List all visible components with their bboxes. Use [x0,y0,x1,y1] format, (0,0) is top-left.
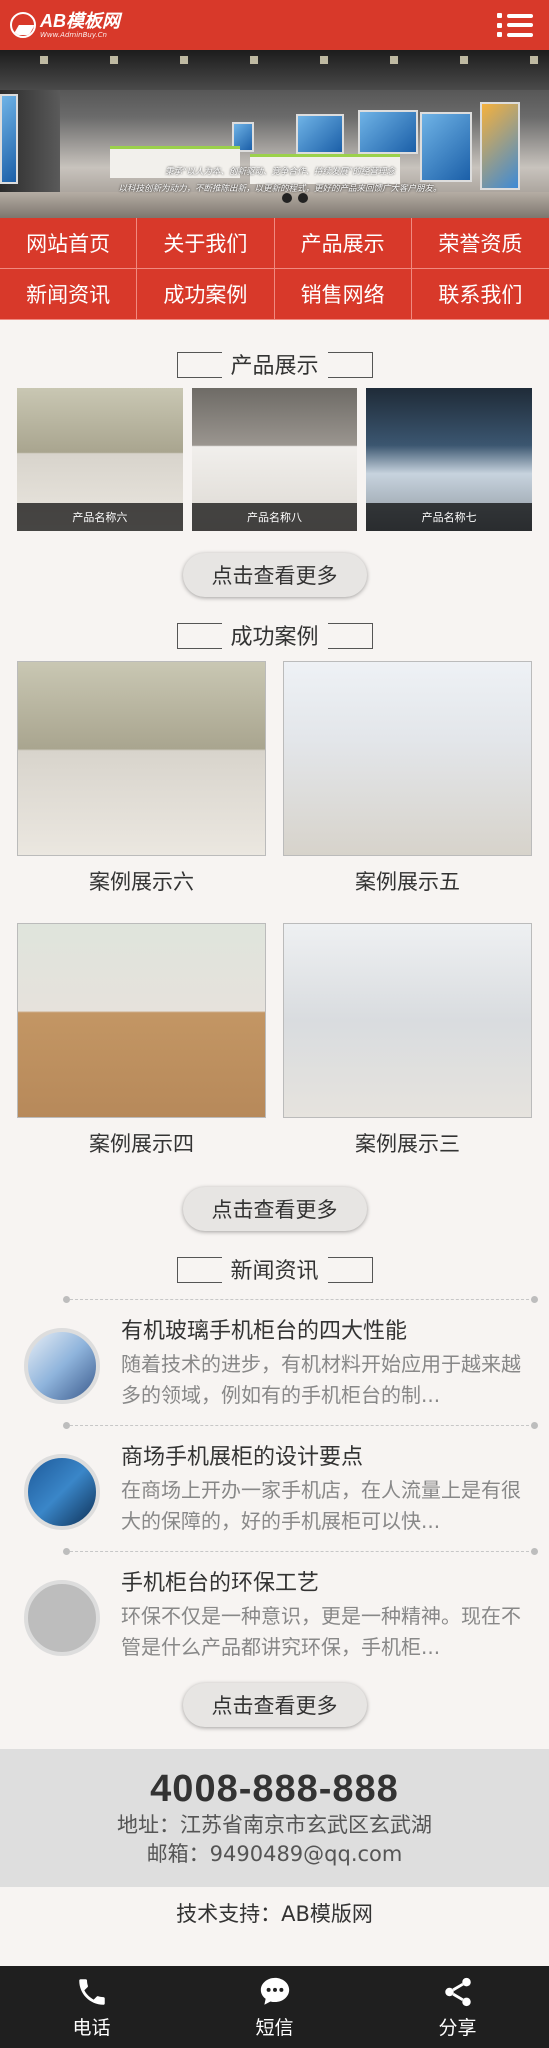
product-name: 产品名称六 [17,503,183,531]
menu-icon[interactable] [495,10,535,40]
nav-item-news[interactable]: 新闻资讯 [0,269,138,320]
product-card[interactable]: 产品名称七 [366,388,533,531]
logo-subtitle: Www.AdminBuy.Cn [40,30,107,39]
case-image [17,661,266,856]
news-section-title: 新闻资讯 [0,1253,549,1285]
banner-dot[interactable] [282,193,292,203]
news-desc: 在商场上开办一家手机店，在人流量上是有很大的保障的，好的手机展柜可以快... [121,1477,521,1533]
case-image [283,661,532,856]
cases-section-title: 成功案例 [0,619,549,651]
banner-pagination[interactable] [282,193,308,203]
banner-dot[interactable] [298,193,308,203]
news-more-button[interactable]: 点击查看更多 [182,1683,367,1727]
share-icon [444,1977,471,2006]
nav-item-about[interactable]: 关于我们 [137,218,275,269]
news-desc: 随着技术的进步，有机材料开始应用于越来越多的领域，例如有的手机柜台的制... [121,1351,521,1407]
tech-support[interactable]: 技术支持：AB模版网 [0,1887,549,1939]
products-more-button[interactable]: 点击查看更多 [182,553,367,597]
contact-block: 4008-888-888 地址：江苏省南京市玄武区玄武湖 邮箱：9490489@… [0,1749,549,1887]
case-card[interactable]: 案例展示五 [283,661,532,923]
nav-item-home[interactable]: 网站首页 [0,218,138,269]
product-name: 产品名称八 [191,503,358,531]
case-list: 案例展示六 案例展示五 案例展示四 案例展示三 [0,661,549,1185]
bottom-action-bar: 电话 短信 分享 [0,1966,549,2048]
nav-item-products[interactable]: 产品展示 [274,218,412,269]
call-label: 电话 [72,2016,111,2039]
contact-phone[interactable]: 4008-888-888 [0,1767,549,1811]
news-item[interactable]: 有机玻璃手机柜台的四大性能 随着技术的进步，有机材料开始应用于越来越多的领域，例… [24,1296,538,1425]
case-card[interactable]: 案例展示四 [17,923,266,1185]
news-desc: 环保不仅是一种意识，更是一种精神。现在不管是什么产品都讲究环保，手机柜... [121,1603,521,1659]
nav-item-contact[interactable]: 联系我们 [411,269,549,320]
news-thumbnail [24,1580,100,1656]
news-item[interactable]: 商场手机展柜的设计要点 在商场上开办一家手机店，在人流量上是有很大的保障的，好的… [24,1422,538,1551]
cases-more-button[interactable]: 点击查看更多 [182,1187,367,1231]
case-image [283,923,532,1118]
logo-title: AB模板网 [40,10,120,31]
case-card[interactable]: 案例展示六 [17,661,266,923]
product-list: 产品名称六 产品名称八 产品名称七 [0,388,549,531]
nav-item-sales[interactable]: 销售网络 [274,269,412,320]
site-header: AB模板网 Www.AdminBuy.Cn [0,0,549,50]
sms-label: 短信 [255,2016,294,2039]
share-button[interactable]: 分享 [366,1966,549,2048]
logo[interactable]: AB模板网 Www.AdminBuy.Cn [10,12,120,39]
news-list: 有机玻璃手机柜台的四大性能 随着技术的进步，有机材料开始应用于越来越多的领域，例… [0,1296,549,1677]
main-nav: 网站首页 关于我们 产品展示 荣誉资质 新闻资讯 成功案例 销售网络 联系我们 [0,218,549,320]
product-card[interactable]: 产品名称八 [191,388,358,531]
nav-item-cases[interactable]: 成功案例 [137,269,275,320]
news-thumbnail [24,1328,100,1404]
case-name: 案例展示三 [355,1132,460,1156]
banner-slider[interactable]: 秉承“以人为本、创新驱动、竞争合作、持续发展”的经营理念 以科技创新为动力，不断… [0,50,549,218]
contact-address: 地址：江苏省南京市玄武区玄武湖 [117,1813,432,1837]
case-name: 案例展示四 [89,1132,194,1156]
phone-icon [78,1978,105,2005]
news-title: 手机柜台的环保工艺 [121,1570,320,1596]
share-label: 分享 [438,2016,477,2039]
news-item[interactable]: 手机柜台的环保工艺 环保不仅是一种意识，更是一种精神。现在不管是什么产品都讲究环… [24,1548,538,1677]
news-title: 有机玻璃手机柜台的四大性能 [121,1318,408,1344]
call-button[interactable]: 电话 [0,1966,183,2048]
case-name: 案例展示六 [89,870,194,894]
sms-icon [260,1977,289,2005]
products-section-title: 产品展示 [0,348,549,380]
logo-mark-icon [10,12,36,38]
product-name: 产品名称七 [366,503,533,531]
nav-item-honors[interactable]: 荣誉资质 [411,218,549,269]
banner-caption: 秉承“以人为本、创新驱动、竞争合作、持续发展”的经营理念 以科技创新为动力，不断… [118,167,442,194]
news-thumbnail [24,1454,100,1530]
sms-button[interactable]: 短信 [183,1966,366,2048]
case-card[interactable]: 案例展示三 [283,923,532,1185]
contact-email[interactable]: 邮箱：9490489@qq.com [0,1840,549,1869]
product-card[interactable]: 产品名称六 [17,388,183,531]
case-name: 案例展示五 [355,870,460,894]
case-image [17,923,266,1118]
news-title: 商场手机展柜的设计要点 [121,1444,364,1470]
